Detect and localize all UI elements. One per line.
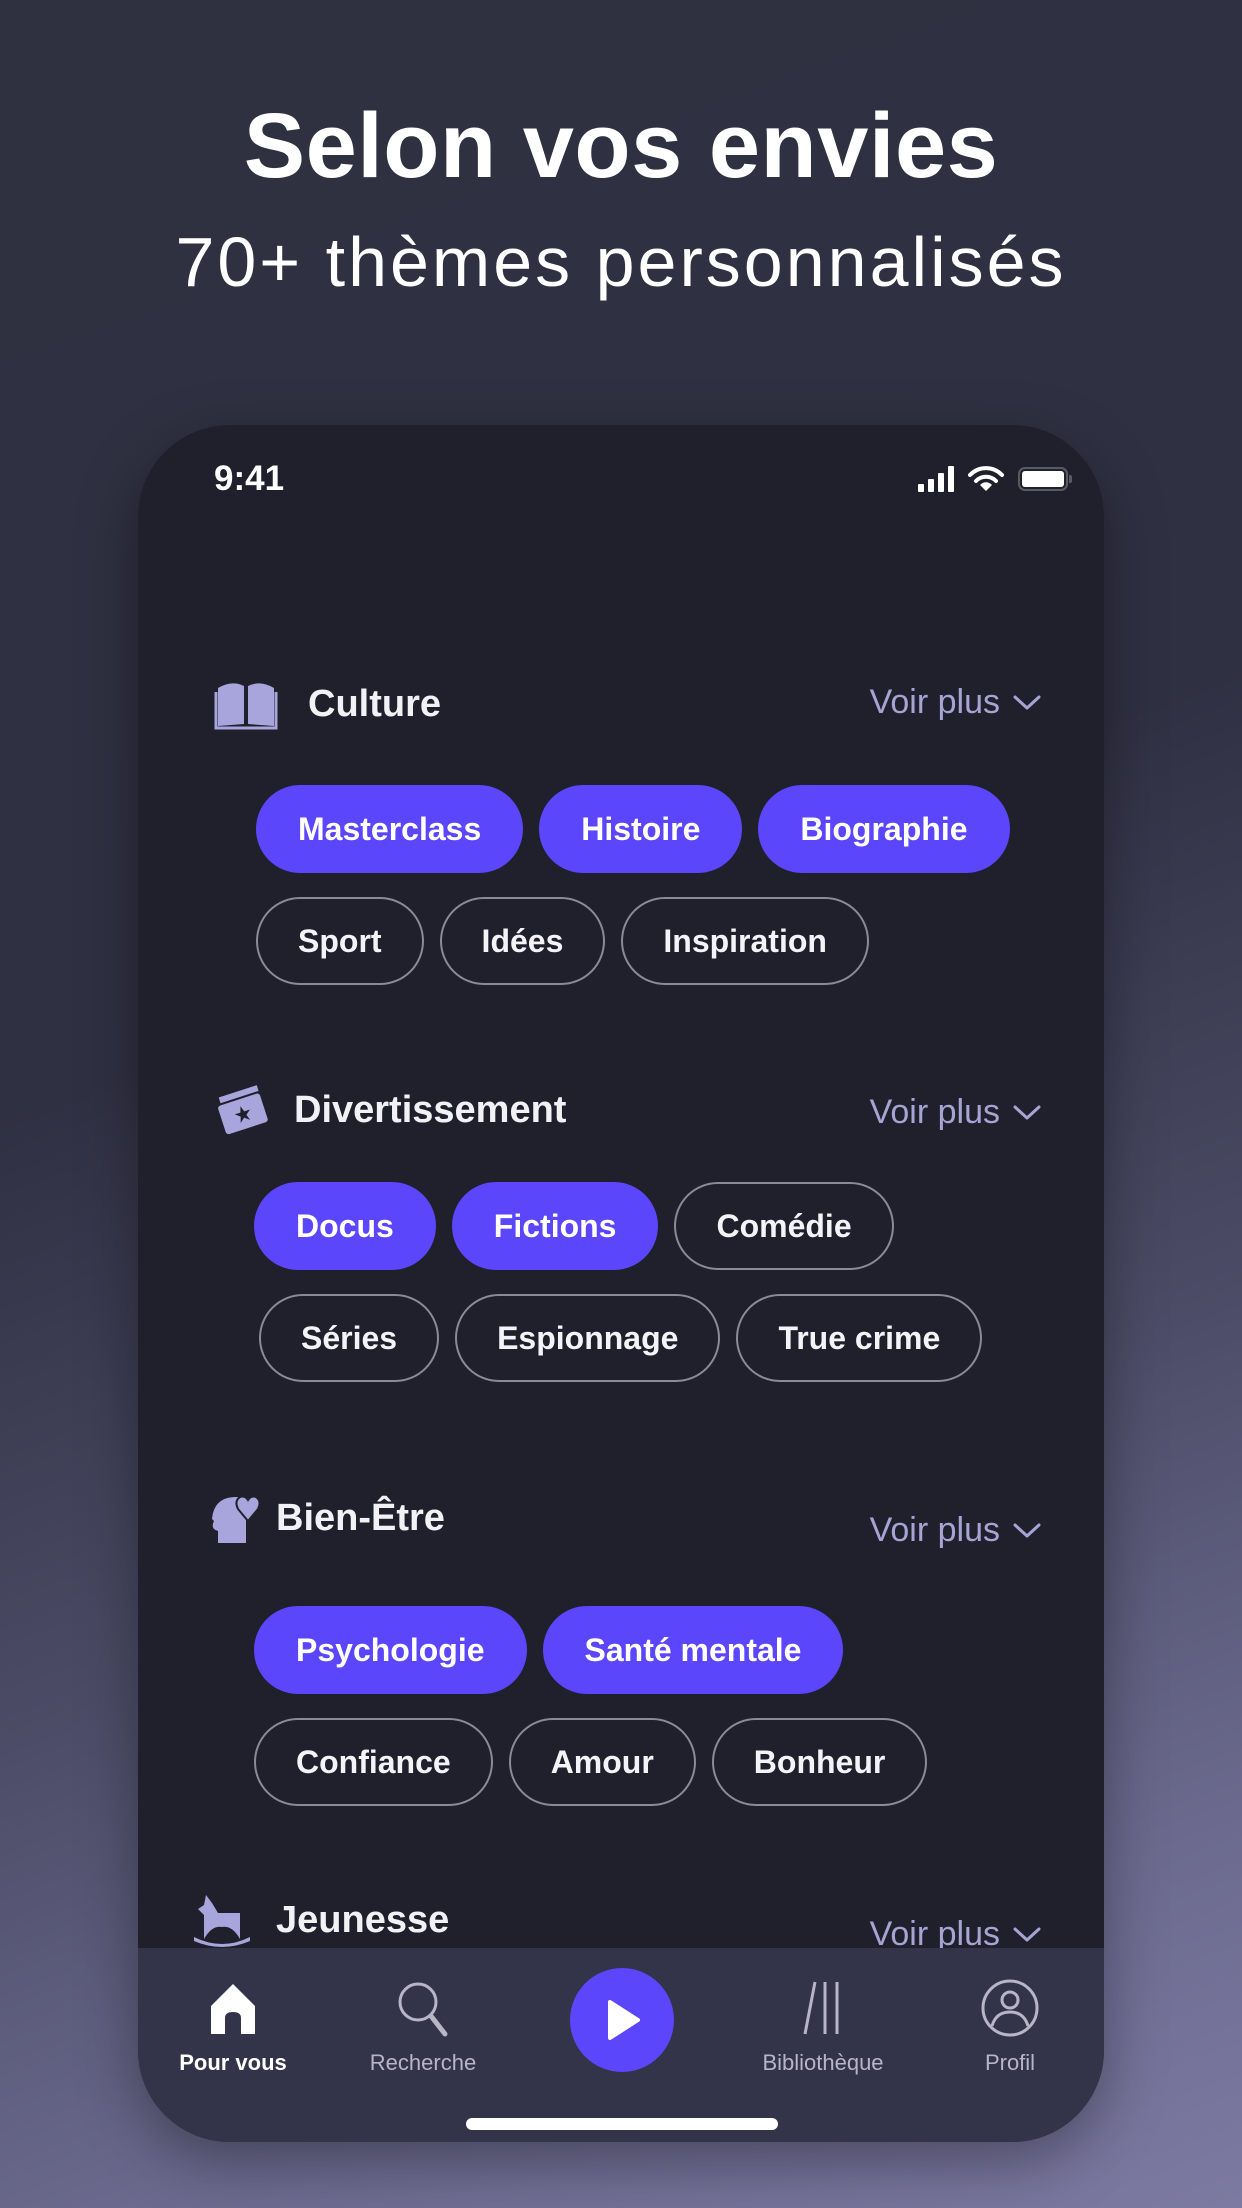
home-icon <box>211 1984 255 2034</box>
battery-icon <box>1018 467 1072 491</box>
chip-histoire[interactable]: Histoire <box>539 785 743 873</box>
chip-row: Confiance Amour Bonheur <box>254 1718 928 1806</box>
rocking-horse-icon <box>190 1891 254 1951</box>
voir-plus-label: Voir plus <box>869 683 1000 721</box>
section-title: Culture <box>308 683 441 725</box>
section-title: Divertissement <box>294 1089 567 1131</box>
voir-plus-label: Voir plus <box>869 1511 1000 1549</box>
chevron-down-icon <box>1013 695 1041 709</box>
chip-row: Docus Fictions Comédie <box>254 1182 894 1270</box>
chip-idees[interactable]: Idées <box>439 897 606 985</box>
head-heart-icon <box>204 1489 268 1549</box>
chevron-down-icon <box>1013 1523 1041 1537</box>
tab-label: Bibliothèque <box>762 2050 884 2075</box>
voir-plus-button[interactable]: Voir plus <box>870 1511 1042 1550</box>
chip-biographie[interactable]: Biographie <box>758 785 1010 873</box>
hero-title: Selon vos envies <box>243 95 999 197</box>
section-title: Bien-Être <box>276 1497 445 1539</box>
chip-true-crime[interactable]: True crime <box>736 1294 983 1382</box>
voir-plus-label: Voir plus <box>869 1093 1000 1131</box>
section-header-culture: Culture Voir plus <box>138 675 1104 735</box>
chip-row: Séries Espionnage True crime <box>259 1294 983 1382</box>
tab-bar: Pour vous Recherche Bibliothèque Profil <box>138 1948 1104 2142</box>
chevron-down-icon <box>1013 1927 1041 1941</box>
chip-comedie[interactable]: Comédie <box>674 1182 894 1270</box>
status-time: 9:41 <box>214 459 285 498</box>
tab-bibliotheque[interactable]: Bibliothèque <box>733 1978 913 2076</box>
play-icon <box>608 2000 640 2040</box>
book-icon <box>214 675 278 735</box>
tab-label: Profil <box>984 2050 1036 2075</box>
tab-label: Recherche <box>369 2050 477 2075</box>
profile-icon <box>981 1979 1039 2037</box>
play-button[interactable] <box>570 1968 674 2072</box>
tab-label: Pour vous <box>179 2050 287 2075</box>
section-header-jeunesse: Jeunesse Voir plus <box>138 1891 1104 1953</box>
chip-psychologie[interactable]: Psychologie <box>254 1606 527 1694</box>
chip-row: Masterclass Histoire Biographie <box>256 785 1010 873</box>
search-icon <box>398 1982 448 2037</box>
wifi-icon <box>968 466 1004 491</box>
chip-espionnage[interactable]: Espionnage <box>455 1294 721 1382</box>
tab-pour-vous[interactable]: Pour vous <box>143 1978 323 2076</box>
chip-inspiration[interactable]: Inspiration <box>621 897 869 985</box>
status-icons <box>918 465 1072 493</box>
section-header-bien-etre: Bien-Être Voir plus <box>138 1489 1104 1549</box>
library-icon <box>803 1981 839 2035</box>
chip-sante-mentale[interactable]: Santé mentale <box>542 1606 844 1694</box>
chip-row: Psychologie Santé mentale <box>254 1606 844 1694</box>
chip-series[interactable]: Séries <box>259 1294 440 1382</box>
home-indicator[interactable] <box>466 2118 778 2130</box>
chip-row: Sport Idées Inspiration <box>256 897 869 985</box>
phone-screen: 9:41 Culture Voir plus Masterclass Histo… <box>138 425 1104 2142</box>
chevron-down-icon <box>1013 1105 1041 1119</box>
chip-fictions[interactable]: Fictions <box>451 1182 659 1270</box>
tab-recherche[interactable]: Recherche <box>333 1978 513 2076</box>
hero-subtitle: 70+ thèmes personnalisés <box>175 223 1067 301</box>
chip-sport[interactable]: Sport <box>256 897 424 985</box>
chip-amour[interactable]: Amour <box>508 1718 696 1806</box>
chip-docus[interactable]: Docus <box>254 1182 436 1270</box>
signal-icon <box>918 466 954 492</box>
tab-profil[interactable]: Profil <box>920 1978 1100 2076</box>
voir-plus-button[interactable]: Voir plus <box>870 1093 1042 1132</box>
chip-bonheur[interactable]: Bonheur <box>711 1718 928 1806</box>
chip-masterclass[interactable]: Masterclass <box>256 785 524 873</box>
voir-plus-button[interactable]: Voir plus <box>870 683 1042 722</box>
chip-confiance[interactable]: Confiance <box>254 1718 493 1806</box>
tickets-icon <box>210 1081 274 1141</box>
section-header-divertissement: Divertissement Voir plus <box>138 1081 1104 1141</box>
section-title: Jeunesse <box>276 1899 450 1941</box>
